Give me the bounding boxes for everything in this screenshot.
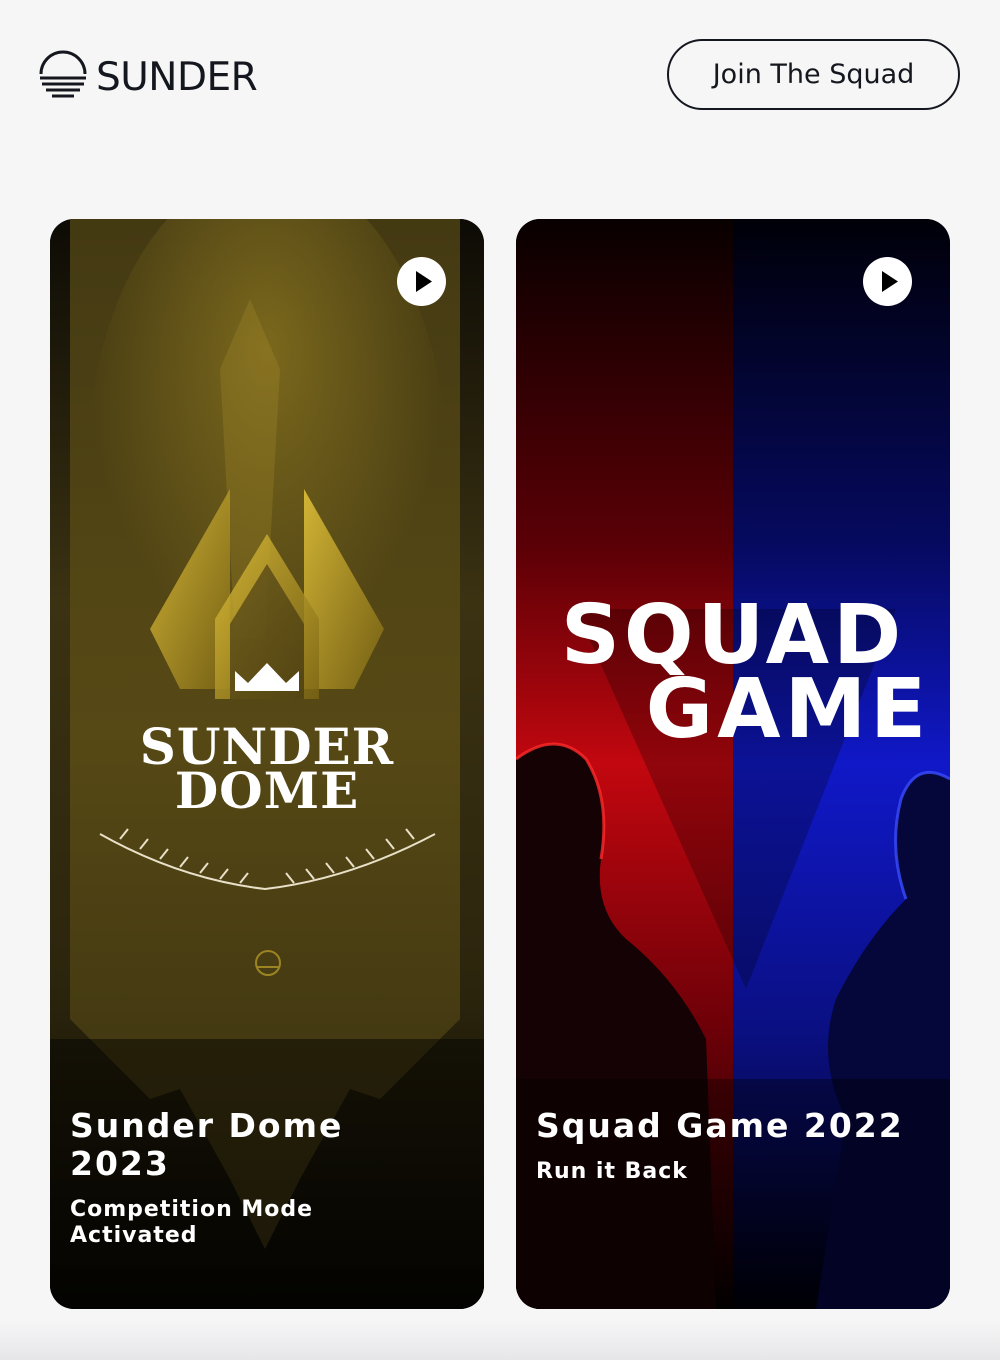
card-subtitle: Run it Back (536, 1159, 688, 1184)
card-title: Sunder Dome 2023 (70, 1106, 344, 1183)
join-the-squad-button[interactable]: Join The Squad (667, 39, 960, 110)
play-button[interactable] (397, 257, 446, 306)
play-icon (416, 271, 432, 292)
logo-text: SUNDER (96, 54, 258, 100)
play-button[interactable] (863, 257, 912, 306)
poster-title-line2: DOME (174, 761, 360, 820)
page-bottom-shade (0, 1320, 1000, 1360)
sunder-dome-card[interactable]: SUNDER DOME Sunder Dome 2023 Competition… (50, 219, 484, 1309)
play-icon (882, 271, 898, 292)
squad-game-poster (516, 219, 950, 1309)
sunder-logo[interactable]: SUNDER (38, 50, 258, 104)
sunder-sun-icon (38, 50, 88, 104)
card-title: Squad Game 2022 (536, 1106, 904, 1145)
poster-title: SQUAD GAME (516, 595, 950, 757)
poster-title: SUNDER DOME (50, 722, 484, 820)
poster-title-line2: GAME (645, 662, 931, 757)
card-subtitle: Competition Mode Activated (70, 1197, 314, 1248)
squad-game-card[interactable]: SQUAD GAME Squad Game 2022 Run it Back (516, 219, 950, 1309)
